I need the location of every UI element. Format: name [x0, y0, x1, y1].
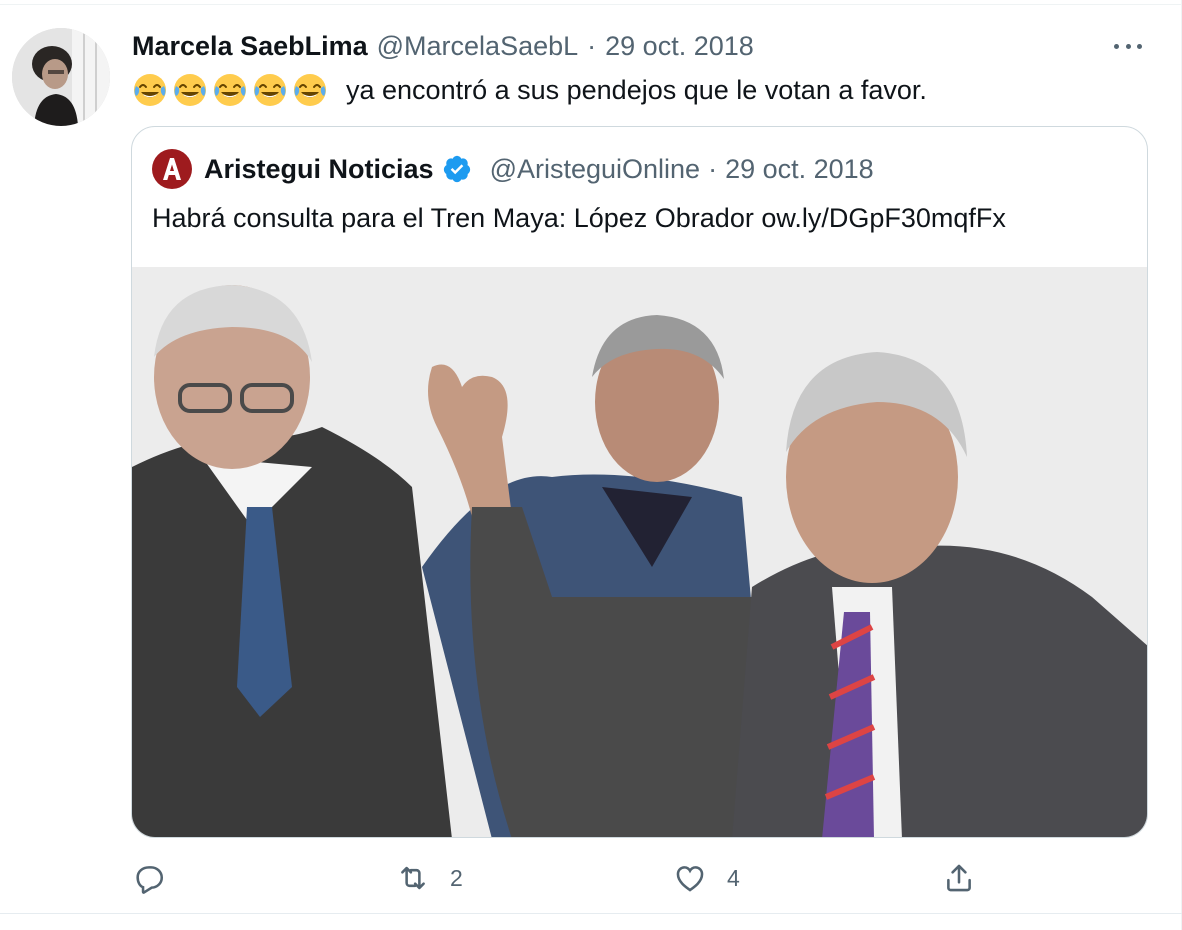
tears-of-joy-emoji-icon [254, 74, 286, 106]
reply-button[interactable] [132, 850, 186, 906]
tweet-text-line: ya encontró a sus pendejos que le votan … [132, 70, 927, 110]
share-icon [947, 864, 971, 892]
quoted-author-handle: @AristeguiOnline [489, 153, 701, 184]
top-divider [0, 4, 1182, 5]
like-count: 4 [727, 864, 740, 891]
retweet-button[interactable]: 2 [396, 850, 463, 906]
author-handle[interactable]: @MarcelaSaebL [377, 31, 579, 62]
quoted-separator-dot: · [708, 153, 718, 184]
aristegui-logo-icon[interactable] [152, 149, 192, 189]
tears-of-joy-emoji-icon [174, 74, 206, 106]
quoted-date: 29 oct. 2018 [725, 153, 874, 184]
share-button[interactable] [942, 850, 996, 906]
author-name[interactable]: Marcela SaebLima [132, 31, 368, 62]
reply-icon [136, 866, 164, 894]
bottom-divider [0, 913, 1182, 914]
retweet-count: 2 [450, 864, 463, 891]
like-button[interactable]: 4 [673, 850, 740, 906]
quoted-tweet-card[interactable]: Aristegui Noticias @AristeguiOnline · 29… [131, 126, 1148, 838]
author-avatar[interactable] [12, 28, 110, 126]
quoted-tweet-header: Aristegui Noticias @AristeguiOnline · 29… [152, 149, 874, 189]
tweet-text: ya encontró a sus pendejos que le votan … [346, 74, 927, 105]
tears-of-joy-emoji-icon [134, 74, 166, 106]
quoted-tweet-photo[interactable] [132, 267, 1148, 838]
quoted-tweet-text: Habrá consulta para el Tren Maya: López … [152, 203, 1006, 233]
tweet-date[interactable]: 29 oct. 2018 [605, 31, 754, 62]
tweet-header: Marcela SaebLima @MarcelaSaebL · 29 oct.… [132, 28, 754, 64]
tweet-action-bar: 2 4 [0, 850, 1182, 906]
quoted-author-name: Aristegui Noticias [204, 153, 434, 184]
emoji-group [132, 72, 332, 108]
retweet-icon [401, 866, 425, 890]
more-options-icon[interactable] [1110, 32, 1146, 60]
verified-badge-icon [443, 155, 470, 183]
tears-of-joy-emoji-icon [294, 74, 326, 106]
tears-of-joy-emoji-icon [214, 74, 246, 106]
heart-icon [676, 866, 704, 892]
separator-dot: · [587, 30, 597, 61]
